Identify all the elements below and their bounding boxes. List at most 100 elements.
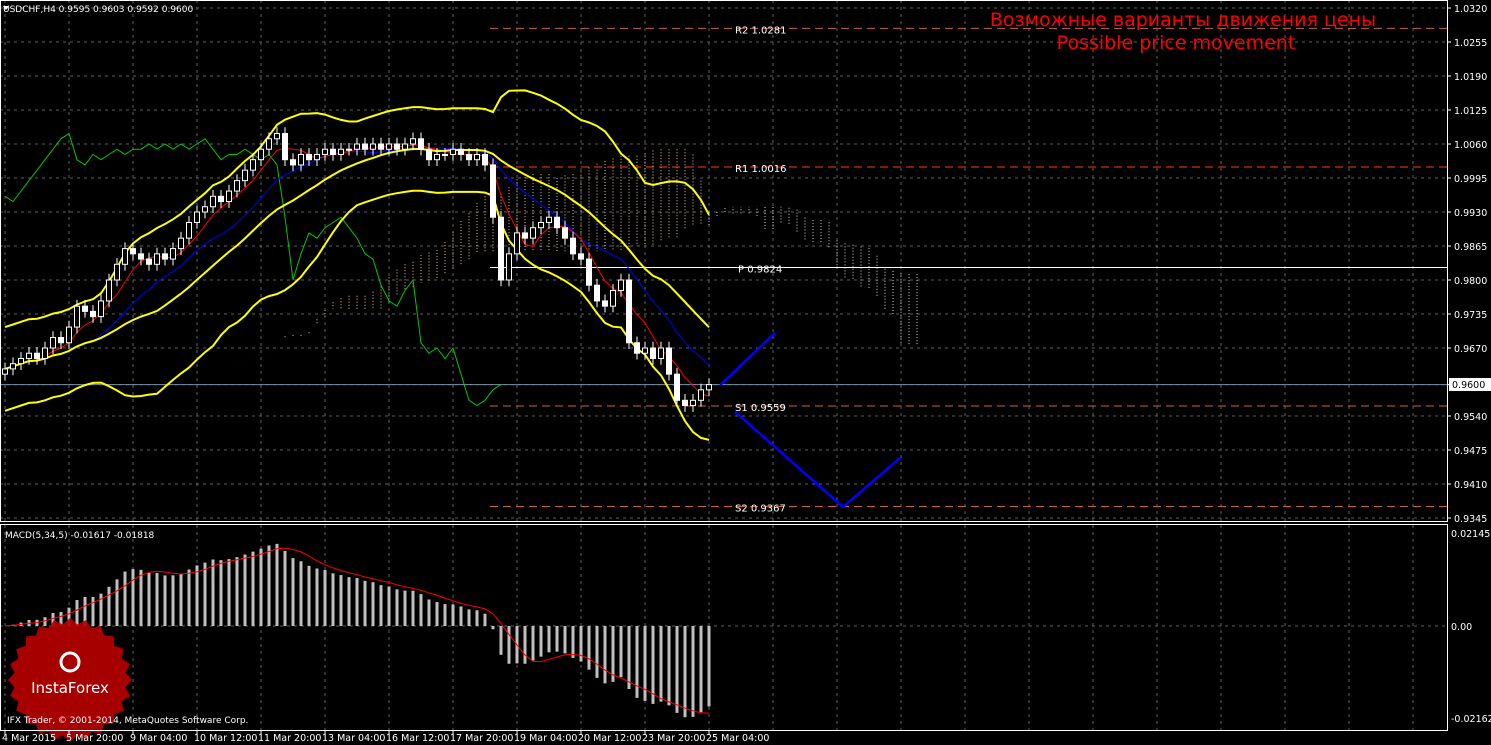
candle-body xyxy=(10,363,16,370)
candle-body xyxy=(346,148,352,151)
macd-tick-label: 0.00 xyxy=(1451,622,1472,633)
grid xyxy=(0,0,1447,730)
candle-body xyxy=(210,195,216,208)
candle-body xyxy=(74,305,80,328)
candle-body xyxy=(658,347,664,359)
candle-body xyxy=(434,153,440,161)
candle-body xyxy=(66,326,72,344)
price-tick-label: 0.9735 xyxy=(1454,310,1487,321)
candle-body xyxy=(98,300,104,318)
candle-body xyxy=(50,337,56,349)
macd-label: MACD(5,34,5) -0.01617 -0.01818 xyxy=(5,531,155,541)
candle-body xyxy=(426,148,432,161)
candle-body xyxy=(450,148,456,155)
time-label: 17 Mar 20:00 xyxy=(450,733,513,744)
candle-body xyxy=(282,133,288,161)
candle-body xyxy=(482,153,488,166)
candle-body xyxy=(42,347,48,359)
candle-body xyxy=(26,352,32,359)
bollinger-lower xyxy=(4,189,710,441)
price-tick-label: 1.0060 xyxy=(1454,140,1487,151)
level-label-s1: S1 0.9559 xyxy=(735,403,786,414)
candle-body xyxy=(402,143,408,150)
candle-body xyxy=(386,143,392,150)
candle-body xyxy=(554,216,560,229)
current-price-label: 0.9600 xyxy=(1452,380,1485,391)
candle-body xyxy=(322,148,328,155)
time-label: 9 Mar 04:00 xyxy=(130,733,187,744)
price-tick-label: 0.9865 xyxy=(1454,242,1487,253)
candle-body xyxy=(18,357,24,365)
candle-body xyxy=(154,253,160,265)
candle-body xyxy=(666,347,672,375)
candle-body xyxy=(290,159,296,166)
axes: 1.0320 1.0255 1.0190 1.0125 1.0060 0.9995 0.99… xyxy=(2,4,1491,744)
candle-body xyxy=(546,216,552,223)
price-chart[interactable]: R2 1.0281 R1 1.0016 P 0.9824 S1 0.9559 S2 0.… xyxy=(0,0,1491,745)
level-label-r2: R2 1.0281 xyxy=(735,25,786,36)
time-label: 16 Mar 12:00 xyxy=(386,733,449,744)
candle-body xyxy=(234,180,240,192)
candle-body xyxy=(410,138,416,145)
candle-body xyxy=(394,143,400,150)
macd-tick-label: 0.02145 xyxy=(1451,529,1490,540)
ma-fast-line xyxy=(4,144,710,397)
candle-body xyxy=(202,206,208,213)
logo-text: InstaForex xyxy=(31,679,109,697)
bollinger-middle xyxy=(4,148,710,370)
time-label: 19 Mar 04:00 xyxy=(514,733,577,744)
level-label-p: P 0.9824 xyxy=(738,264,782,275)
candle-body xyxy=(698,389,704,401)
candle-body xyxy=(82,305,88,312)
candle-body xyxy=(146,258,152,265)
candle-body xyxy=(618,279,624,291)
price-tick-label: 0.9800 xyxy=(1454,276,1487,287)
candle-body xyxy=(34,352,40,359)
time-label: 23 Mar 20:00 xyxy=(642,733,705,744)
price-tick-label: 1.0125 xyxy=(1454,106,1487,117)
price-tick-label: 0.9670 xyxy=(1454,344,1487,355)
candle-body xyxy=(2,368,8,375)
level-label-r1: R1 1.0016 xyxy=(735,164,786,175)
candle-body xyxy=(274,133,280,140)
candle-body xyxy=(562,227,568,239)
candle-body xyxy=(474,153,480,161)
candle-body xyxy=(522,232,528,239)
candle-body xyxy=(226,190,232,203)
candle-body xyxy=(370,143,376,150)
price-tick-label: 0.9345 xyxy=(1454,514,1487,525)
candle-body xyxy=(442,153,448,156)
forecast-bearish xyxy=(734,410,902,509)
candle-body xyxy=(586,258,592,286)
macd-frame xyxy=(0,524,1448,731)
candle-body xyxy=(330,148,336,155)
time-label: 10 Mar 12:00 xyxy=(194,733,257,744)
candle-body xyxy=(650,347,656,359)
candle-body xyxy=(626,279,632,344)
candle-body xyxy=(58,337,64,344)
candle-body xyxy=(690,399,696,407)
candle-body xyxy=(266,138,272,150)
price-tick-label: 1.0190 xyxy=(1454,72,1487,83)
annotation-ru: Возможные варианты движения цены xyxy=(990,9,1376,31)
price-tick-label: 1.0255 xyxy=(1454,38,1487,49)
price-tick-label: 0.9995 xyxy=(1454,174,1487,185)
candle-body xyxy=(418,138,424,150)
candle-body xyxy=(354,143,360,150)
price-tick-label: 0.9475 xyxy=(1454,446,1487,457)
forecast-paths xyxy=(719,331,902,509)
candle-body xyxy=(602,300,608,307)
candle-body xyxy=(298,153,304,166)
candle-body xyxy=(338,148,344,155)
level-label-s2: S2 0.9367 xyxy=(735,503,786,514)
candle-body xyxy=(706,384,712,391)
candle-body xyxy=(130,248,136,255)
ma-slow-line xyxy=(4,146,710,370)
candle-body xyxy=(122,248,128,265)
candle-body xyxy=(218,195,224,203)
candle-body xyxy=(114,263,120,281)
candle-body xyxy=(314,153,320,161)
macd-tick-label: -0.02162 xyxy=(1451,714,1491,725)
time-label: 25 Mar 04:00 xyxy=(706,733,769,744)
candle-body xyxy=(506,253,512,281)
